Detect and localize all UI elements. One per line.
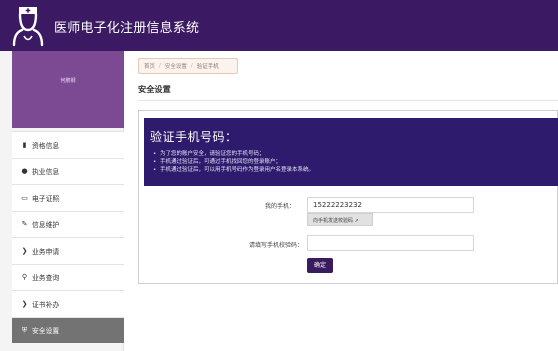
breadcrumb-current: 验证手机	[196, 64, 219, 70]
banner-note: 为了您的账户安全，请验证您的手机号码；	[150, 150, 558, 158]
banner-note: 手机通过验证后，可通过手机找回您的登录账户；	[150, 158, 558, 166]
sidebar: 何鹏钢 ▮ 资格信息 ● 执业信息 ▭ 电子证照 ✎ 信息维护 ❯ 业务申请 ⚲…	[0, 51, 124, 351]
send-code-button[interactable]: 向手机发送校验码 ➚	[307, 213, 373, 226]
search-icon: ⚲	[21, 273, 28, 282]
user-name: 何鹏钢	[60, 78, 76, 84]
chevron-right-icon: ❯	[21, 299, 28, 308]
send-icon: ➚	[354, 218, 359, 224]
app-title: 医师电子化注册信息系统	[54, 21, 200, 36]
sidebar-item-e-license[interactable]: ▭ 电子证照	[12, 184, 124, 211]
sidebar-item-label: 安全设置	[32, 327, 60, 336]
page-title: 安全设置	[138, 84, 171, 94]
banner-notes: 为了您的账户安全，请验证您的手机号码； 手机通过验证后，可通过手机找回您的登录账…	[150, 150, 558, 174]
confirm-button[interactable]: 确定	[307, 258, 333, 273]
title-divider	[138, 100, 558, 101]
banner-title: 验证手机号码：	[150, 130, 238, 144]
book-icon: ▮	[22, 140, 27, 149]
card-icon: ▭	[21, 193, 28, 202]
info-banner: 验证手机号码： 为了您的账户安全，请验证您的手机号码； 手机通过验证后，可通过手…	[144, 118, 558, 186]
phone-label: 我的手机：	[264, 203, 295, 210]
breadcrumb-separator: /	[190, 63, 193, 69]
sidebar-menu: ▮ 资格信息 ● 执业信息 ▭ 电子证照 ✎ 信息维护 ❯ 业务申请 ⚲ 业务查…	[12, 131, 124, 343]
sidebar-item-label: 证书补办	[32, 300, 60, 309]
verification-code-field[interactable]	[307, 235, 474, 251]
sidebar-item-label: 电子证照	[32, 194, 60, 203]
shield-icon: ⛨	[21, 325, 28, 334]
sidebar-item-security[interactable]: ⛨ 安全设置	[12, 316, 124, 343]
sidebar-item-label: 信息维护	[32, 221, 60, 230]
user-profile-panel: 何鹏钢	[12, 51, 124, 128]
doctor-logo-icon	[12, 7, 44, 47]
banner-note: 手机通过验证后，可以用手机号码作为登录用户名登录本系统。	[150, 166, 558, 174]
breadcrumb-home[interactable]: 首页	[144, 62, 155, 70]
sidebar-item-label: 业务查询	[32, 274, 60, 283]
sidebar-item-label: 资格信息	[32, 141, 60, 150]
sidebar-item-business-apply[interactable]: ❯ 业务申请	[12, 237, 124, 264]
sidebar-item-info-maintenance[interactable]: ✎ 信息维护	[12, 210, 124, 237]
edit-icon: ✎	[21, 220, 28, 229]
users-icon: ●	[21, 167, 28, 176]
breadcrumb-separator: /	[159, 63, 161, 69]
chevron-right-icon: ❯	[21, 246, 28, 255]
sidebar-item-practice[interactable]: ● 执业信息	[12, 157, 124, 184]
top-header: 医师电子化注册信息系统	[0, 0, 558, 51]
sidebar-item-business-query[interactable]: ⚲ 业务查询	[12, 263, 124, 290]
breadcrumb: 首页 / 安全设置 / 验证手机	[138, 58, 238, 74]
send-code-label: 向手机发送校验码	[313, 218, 354, 224]
phone-field[interactable]: 15222223232	[307, 197, 474, 213]
breadcrumb-section[interactable]: 安全设置	[165, 62, 187, 70]
sidebar-item-certificate-reissue[interactable]: ❯ 证书补办	[12, 290, 124, 317]
code-label: 请填写手机校验码：	[248, 242, 303, 249]
sidebar-item-label: 业务申请	[32, 247, 60, 256]
sidebar-item-label: 执业信息	[32, 168, 60, 177]
sidebar-item-qualification[interactable]: ▮ 资格信息	[12, 131, 124, 158]
